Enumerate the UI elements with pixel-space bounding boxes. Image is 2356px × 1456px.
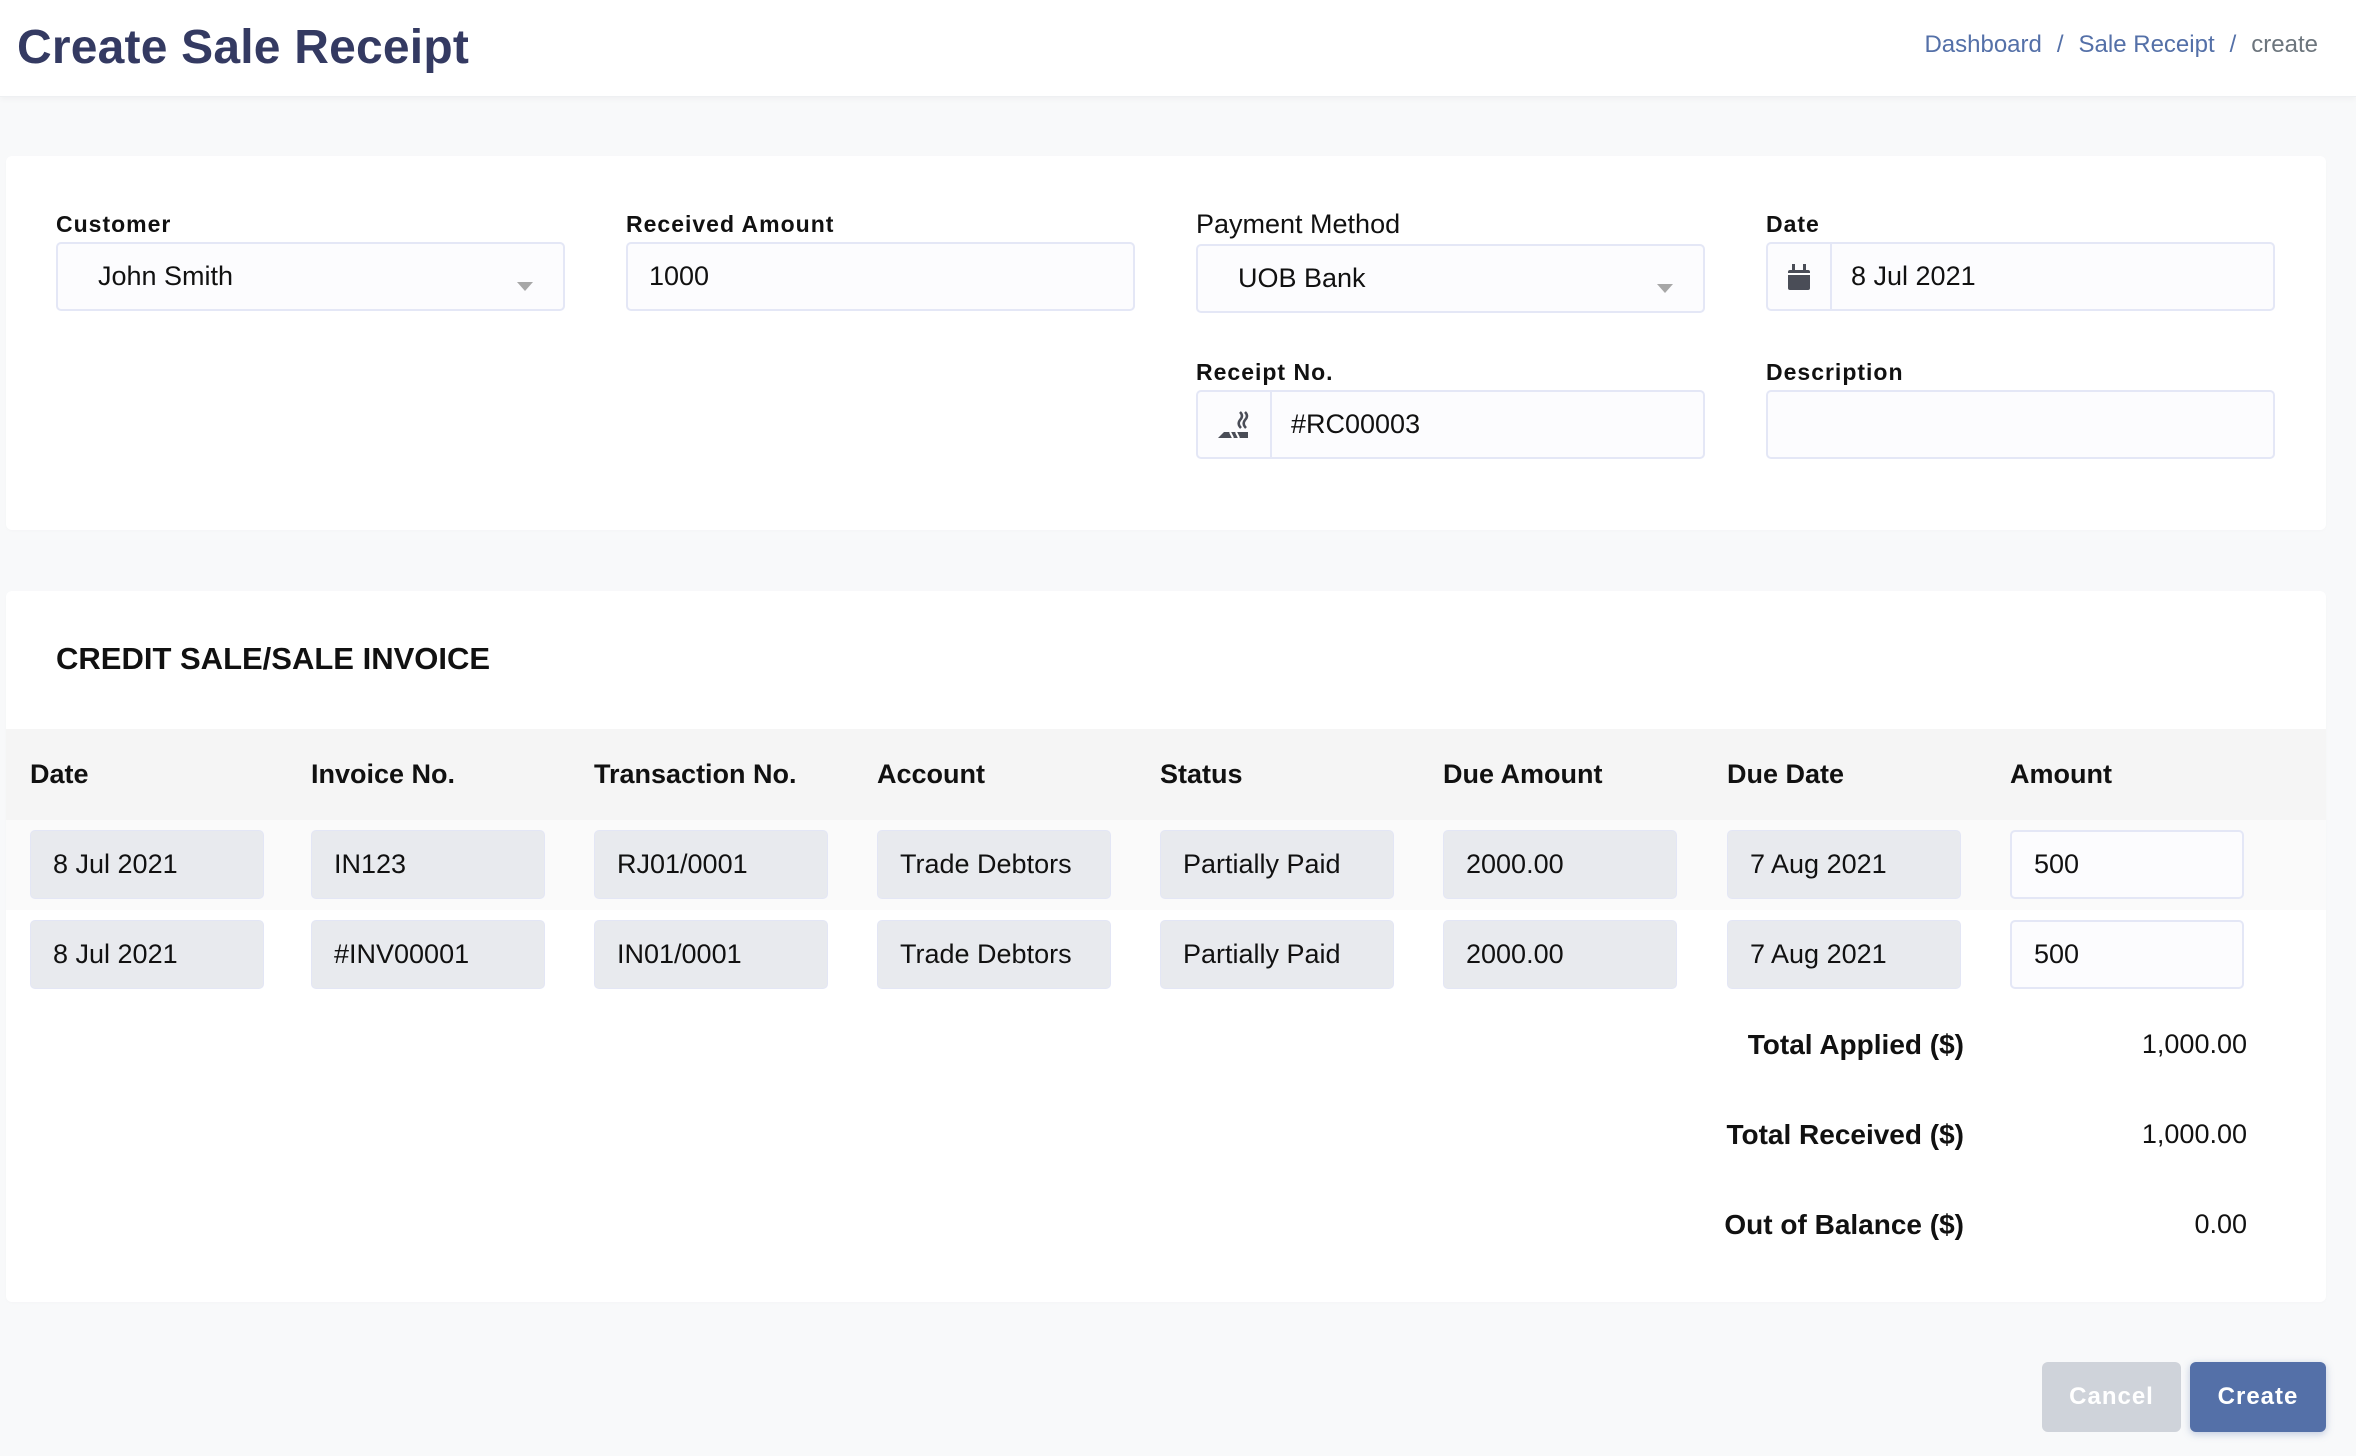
column-header-invoice-no: Invoice No. [311,759,456,789]
cell-due-amount: 2000.00 [1443,830,1677,899]
received-amount-input[interactable]: 1000 [626,242,1135,311]
date-value: 8 Jul 2021 [1851,261,1976,291]
cell-due-date: 7 Aug 2021 [1727,920,1961,989]
payment-method-value: UOB Bank [1238,263,1366,293]
description-input[interactable] [1766,390,2275,459]
breadcrumb-separator: / [2229,31,2237,58]
column-header-date: Date [30,759,89,789]
chevron-down-icon [1657,284,1673,293]
page-header: Create Sale Receipt Dashboard / Sale Rec… [0,0,2356,97]
create-button[interactable]: Create [2190,1362,2326,1432]
chevron-down-icon [517,282,533,291]
total-received-row: Total Received ($) 1,000.00 [6,1119,2326,1179]
breadcrumb-current: create [2251,31,2318,58]
cell-transaction-no: IN01/0001 [594,920,828,989]
table-row: 8 Jul 2021 #INV00001 IN01/0001 Trade Deb… [6,910,2326,1000]
smoking-icon [1198,392,1272,457]
cell-account: Trade Debtors [877,830,1111,899]
breadcrumb-dashboard[interactable]: Dashboard [1924,31,2041,59]
receipt-no-value: #RC00003 [1291,409,1421,439]
date-field: Date 8 Jul 2021 [1766,206,2275,311]
column-header-due-amount: Due Amount [1443,759,1603,789]
customer-field: Customer John Smith [56,206,565,311]
customer-value: John Smith [98,261,234,291]
date-label: Date [1766,211,1820,237]
cell-date: 8 Jul 2021 [30,830,264,899]
out-of-balance-value: 0.00 [2194,1209,2247,1239]
received-amount-field: Received Amount 1000 [626,206,1135,311]
column-header-account: Account [877,759,985,789]
total-applied-row: Total Applied ($) 1,000.00 [6,1029,2326,1089]
description-field: Description [1766,354,2275,459]
breadcrumb-sale-receipt[interactable]: Sale Receipt [2079,31,2215,59]
cell-invoice-no: IN123 [311,830,545,899]
payment-method-field: Payment Method UOB Bank [1196,206,1705,313]
breadcrumb-separator: / [2056,31,2064,58]
amount-input[interactable]: 500 [2010,830,2244,899]
receipt-details-card: Customer John Smith Received Amount 1000… [6,156,2326,530]
column-header-status: Status [1160,759,1243,789]
cell-date: 8 Jul 2021 [30,920,264,989]
section-title: CREDIT SALE/SALE INVOICE [56,641,491,676]
table-header: Date Invoice No. Transaction No. Account… [6,729,2326,820]
column-header-transaction-no: Transaction No. [594,759,797,789]
out-of-balance-row: Out of Balance ($) 0.00 [6,1209,2326,1269]
description-label: Description [1766,359,1904,385]
receipt-no-input[interactable]: #RC00003 [1196,390,1705,459]
cell-due-amount: 2000.00 [1443,920,1677,989]
receipt-no-field: Receipt No. #RC00003 [1196,354,1705,459]
invoices-card: CREDIT SALE/SALE INVOICE Date Invoice No… [6,591,2326,1302]
payment-method-select[interactable]: UOB Bank [1196,244,1705,313]
customer-label: Customer [56,211,172,237]
cell-status: Partially Paid [1160,920,1394,989]
page-title: Create Sale Receipt [17,21,470,74]
date-input[interactable]: 8 Jul 2021 [1766,242,2275,311]
total-received-value: 1,000.00 [2141,1119,2247,1149]
total-received-label: Total Received ($) [1726,1119,1964,1150]
cell-account: Trade Debtors [877,920,1111,989]
out-of-balance-label: Out of Balance ($) [1724,1209,1964,1240]
cell-transaction-no: RJ01/0001 [594,830,828,899]
received-amount-label: Received Amount [626,211,835,237]
payment-method-label: Payment Method [1196,209,1401,239]
total-applied-value: 1,000.00 [2141,1029,2247,1059]
cancel-button[interactable]: Cancel [2042,1362,2181,1432]
cell-due-date: 7 Aug 2021 [1727,830,1961,899]
column-header-amount: Amount [2010,759,2112,789]
cell-invoice-no: #INV00001 [311,920,545,989]
calendar-icon [1768,244,1832,309]
table-row: 8 Jul 2021 IN123 RJ01/0001 Trade Debtors… [6,820,2326,910]
received-amount-value: 1000 [649,261,710,291]
amount-input[interactable]: 500 [2010,920,2244,989]
breadcrumb: Dashboard / Sale Receipt / create [1924,31,2318,59]
customer-select[interactable]: John Smith [56,242,565,311]
column-header-due-date: Due Date [1727,759,1845,789]
receipt-no-label: Receipt No. [1196,359,1334,385]
cell-status: Partially Paid [1160,830,1394,899]
total-applied-label: Total Applied ($) [1747,1029,1964,1060]
